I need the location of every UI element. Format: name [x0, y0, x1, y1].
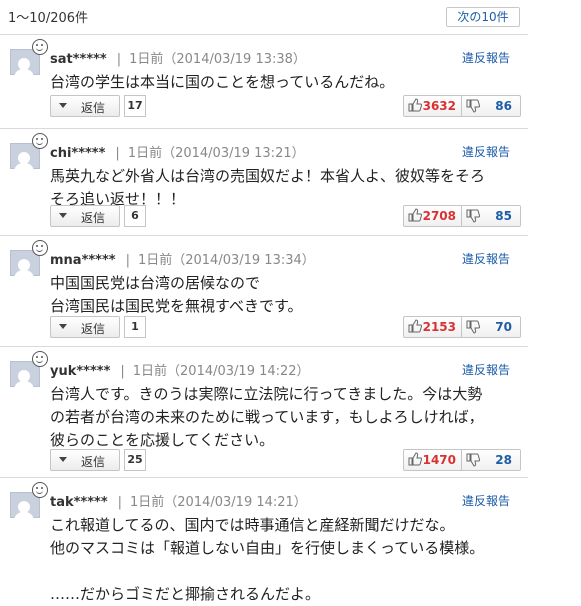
comment-body: 台湾の学生は本当に国のことを想っているんだね。: [50, 73, 395, 91]
report-link[interactable]: 違反報告: [462, 49, 510, 66]
comment-body: 中国国民党は台湾の居候なので 台湾国民は国民党を無視すべきです。: [50, 274, 303, 315]
comment-body: 台湾人です。きのうは実際に立法院に行ってきました。今は大勢 の若者が台湾の未来の…: [50, 385, 484, 449]
bad-count: 70: [495, 320, 512, 334]
comment-meta: mna***** | 1日前（2014/03/19 13:34）: [50, 253, 315, 268]
comment-item: yuk***** | 1日前（2014/03/19 14:22） 違反報告 台湾人で…: [0, 347, 528, 478]
next-page-button[interactable]: 次の10件: [446, 7, 520, 27]
thumbs-up-icon[interactable]: [408, 319, 422, 333]
good-count: 3632: [422, 99, 456, 113]
username[interactable]: sat*****: [50, 52, 107, 67]
reply-count: 6: [124, 205, 146, 227]
thumbs-up-icon[interactable]: [408, 98, 422, 112]
reply-button[interactable]: 返信: [50, 205, 120, 227]
reply-button[interactable]: 返信: [50, 95, 120, 117]
avatar: [10, 39, 48, 78]
avatar: [10, 240, 48, 279]
thumbs-up-icon[interactable]: [408, 208, 422, 222]
avatar: [10, 482, 48, 521]
reply-button[interactable]: 返信: [50, 449, 120, 471]
thumbs-down-icon[interactable]: [466, 209, 480, 223]
comment-meta: sat***** | 1日前（2014/03/19 13:38）: [50, 52, 306, 67]
username[interactable]: chi*****: [50, 146, 105, 161]
bad-count: 28: [495, 453, 512, 467]
username[interactable]: mna*****: [50, 253, 116, 268]
timestamp: 1日前（2014/03/19 13:21）: [127, 146, 305, 161]
reply-label: 返信: [81, 455, 106, 469]
caret-down-icon: [59, 324, 67, 329]
comment-item: mna***** | 1日前（2014/03/19 13:34） 違反報告 中国国民…: [0, 236, 528, 347]
caret-down-icon: [59, 103, 67, 108]
vote-widget: 2153 70: [403, 316, 521, 338]
reply-button[interactable]: 返信: [50, 316, 120, 338]
good-count: 2153: [422, 320, 456, 334]
report-link[interactable]: 違反報告: [462, 361, 510, 378]
comment-meta: chi***** | 1日前（2014/03/19 13:21）: [50, 146, 305, 161]
avatar: [10, 133, 48, 172]
smiley-icon: [32, 39, 48, 55]
bad-count: 85: [495, 209, 512, 223]
timestamp: 1日前（2014/03/19 13:38）: [129, 52, 306, 67]
caret-down-icon: [59, 457, 67, 462]
smiley-icon: [32, 482, 48, 498]
timestamp: 1日前（2014/03/19 13:34）: [137, 253, 315, 268]
report-link[interactable]: 違反報告: [462, 492, 510, 509]
comment-meta: yuk***** | 1日前（2014/03/19 14:22）: [50, 364, 310, 379]
reply-count: 1: [124, 316, 146, 338]
avatar: [10, 351, 48, 390]
reply-label: 返信: [81, 101, 106, 115]
report-link[interactable]: 違反報告: [462, 143, 510, 160]
good-count: 2708: [422, 209, 456, 223]
caret-down-icon: [59, 213, 67, 218]
report-link[interactable]: 違反報告: [462, 250, 510, 267]
comment-meta: tak***** | 1日前（2014/03/19 14:21）: [50, 495, 307, 510]
smiley-icon: [32, 351, 48, 367]
reply-label: 返信: [81, 322, 106, 336]
comment-item: chi***** | 1日前（2014/03/19 13:21） 違反報告 馬英九な…: [0, 129, 528, 236]
comment-item: tak***** | 1日前（2014/03/19 14:21） 違反報告 これ報道…: [0, 478, 528, 603]
thumbs-down-icon[interactable]: [466, 99, 480, 113]
reply-count: 25: [124, 449, 146, 471]
comment-item: sat***** | 1日前（2014/03/19 13:38） 違反報告 台湾の学…: [0, 35, 528, 129]
bad-count: 86: [495, 99, 512, 113]
thumbs-up-icon[interactable]: [408, 452, 422, 466]
vote-widget: 1470 28: [403, 449, 521, 471]
username[interactable]: tak*****: [50, 495, 108, 510]
timestamp: 1日前（2014/03/19 14:22）: [132, 364, 310, 379]
vote-widget: 3632 86: [403, 95, 521, 117]
timestamp: 1日前（2014/03/19 14:21）: [130, 495, 307, 510]
vote-widget: 2708 85: [403, 205, 521, 227]
comment-body: これ報道してるの、国内では時事通信と産経新聞だけだな。 他のマスコミは「報道しな…: [50, 516, 485, 603]
good-count: 1470: [422, 453, 456, 467]
reply-label: 返信: [81, 211, 106, 225]
smiley-icon: [32, 240, 48, 256]
username[interactable]: yuk*****: [50, 364, 110, 379]
result-range: 1～10/206件: [8, 11, 89, 26]
thumbs-down-icon[interactable]: [466, 453, 480, 467]
pagination-bar: 1～10/206件 次の10件: [0, 0, 528, 35]
smiley-icon: [32, 133, 48, 149]
thumbs-down-icon[interactable]: [466, 320, 480, 334]
reply-count: 17: [124, 95, 146, 117]
